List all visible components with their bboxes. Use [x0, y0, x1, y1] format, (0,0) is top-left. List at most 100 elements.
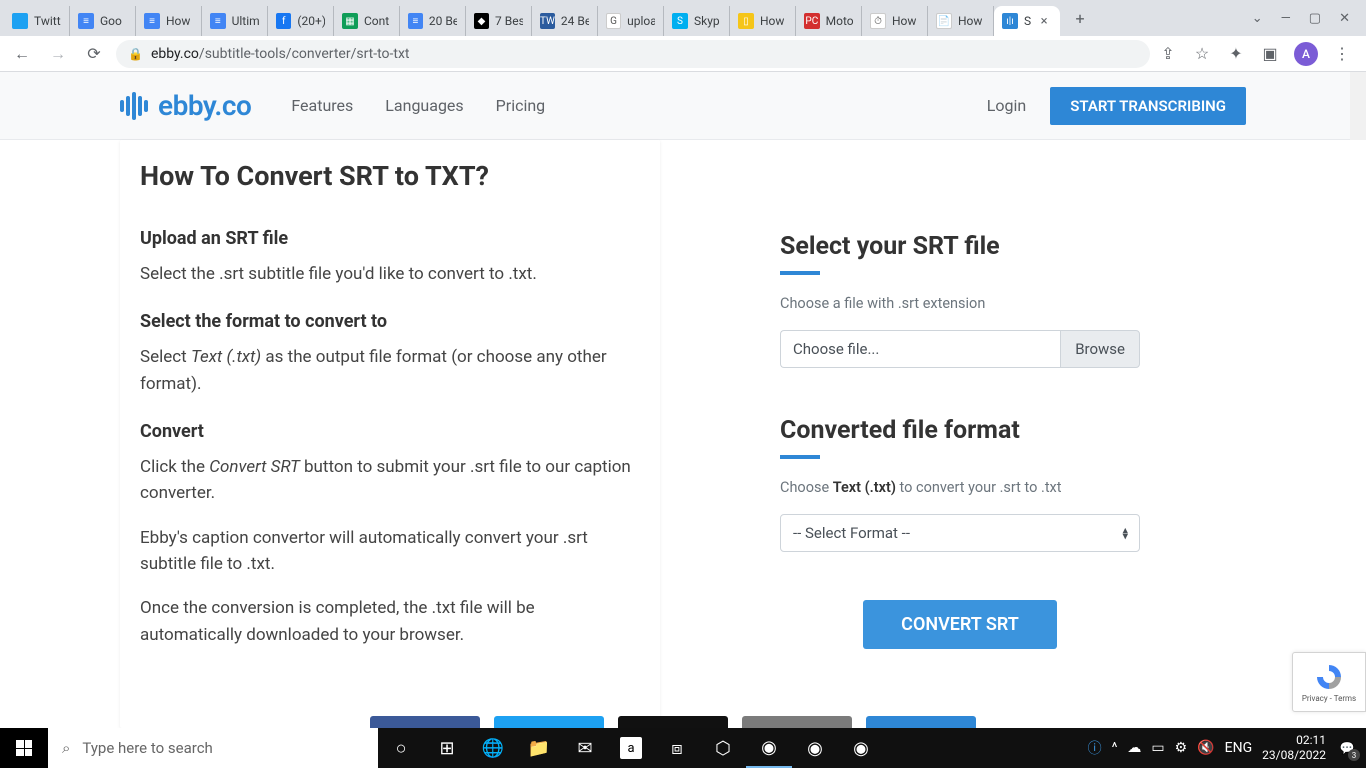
taskbar-search[interactable]: ⌕ Type here to search [48, 728, 378, 768]
nav-links: Features Languages Pricing [291, 96, 545, 115]
browser-tab[interactable]: ▯How [730, 6, 796, 36]
tabs-dropdown-icon[interactable]: ⌄ [1252, 11, 1263, 26]
wifi-icon[interactable]: ⚙ [1175, 740, 1188, 756]
social-share-button[interactable] [494, 716, 604, 728]
volume-icon[interactable]: 🔇 [1197, 740, 1214, 756]
browser-tab[interactable]: ◆7 Bes [466, 6, 532, 36]
tab-label: How [166, 14, 190, 28]
amazon-icon[interactable]: a [620, 737, 642, 759]
tab-favicon: TW [540, 13, 555, 29]
browser-tab[interactable]: ı|ıS× [994, 6, 1060, 36]
browser-tab[interactable]: ≡Ultim [202, 6, 268, 36]
site-logo[interactable]: ebby.co [120, 89, 251, 122]
step3-text2: Ebby's caption convertor will automatica… [140, 525, 640, 578]
chrome-icon-2[interactable]: ◉ [792, 728, 838, 768]
tab-label: Moto [826, 14, 853, 28]
social-share-button[interactable] [742, 716, 852, 728]
tab-label: uploa [627, 14, 655, 28]
url-text: ebby.co/subtitle-tools/converter/srt-to-… [151, 46, 410, 62]
browser-tab[interactable]: Twitt [4, 6, 70, 36]
browser-tab[interactable]: ≡ How [136, 6, 202, 36]
nav-languages[interactable]: Languages [385, 96, 463, 115]
tab-label: Cont [364, 14, 389, 28]
browser-tab[interactable]: f(20+) [268, 6, 334, 36]
tab-favicon [12, 13, 28, 29]
chrome-icon-1[interactable]: ◉ [746, 728, 792, 768]
start-button[interactable] [0, 728, 48, 768]
tab-label: How [958, 14, 982, 28]
extensions-icon[interactable]: ✦ [1226, 44, 1246, 64]
browser-tab[interactable]: ⏱How [862, 6, 928, 36]
close-window-icon[interactable]: ✕ [1339, 11, 1350, 26]
browser-tab[interactable]: SSkyp [664, 6, 730, 36]
tab-favicon: ≡ [144, 13, 160, 29]
browser-tab[interactable]: PCMoto [796, 6, 862, 36]
battery-icon[interactable]: ▭ [1151, 740, 1164, 756]
edge-icon[interactable]: 🌐 [470, 728, 516, 768]
profile-avatar[interactable]: A [1294, 42, 1318, 66]
search-icon: ⌕ [62, 739, 70, 757]
mail-icon[interactable]: ✉ [562, 728, 608, 768]
tab-favicon: ⏱ [870, 13, 886, 29]
task-view-icon[interactable]: ⊞ [424, 728, 470, 768]
browser-tab[interactable]: ≡ Goo [70, 6, 136, 36]
tab-favicon: ≡ [78, 13, 94, 29]
language-indicator[interactable]: ENG [1225, 740, 1252, 756]
url-input[interactable]: 🔒 ebby.co/subtitle-tools/converter/srt-t… [116, 40, 1150, 68]
convert-button[interactable]: CONVERT SRT [863, 600, 1057, 649]
social-share-button[interactable] [370, 716, 480, 728]
back-button[interactable]: ← [8, 40, 36, 68]
browse-button[interactable]: Browse [1060, 330, 1140, 368]
logo-icon [120, 92, 148, 120]
bookmark-icon[interactable]: ☆ [1192, 44, 1212, 64]
recaptcha-badge[interactable]: Privacy - Terms [1292, 652, 1366, 712]
file-input[interactable]: Choose file... [780, 330, 1060, 368]
tab-favicon: ı|ı [1002, 13, 1018, 29]
tab-favicon: f [276, 13, 291, 29]
social-share-button[interactable] [866, 716, 976, 728]
format-select[interactable]: -- Select Format -- [780, 514, 1140, 552]
help-icon[interactable]: ⓘ [1088, 738, 1102, 758]
tab-favicon: ≡ [408, 13, 423, 29]
step1-heading: Upload an SRT file [140, 228, 640, 249]
instructions-card: How To Convert SRT to TXT? Upload an SRT… [120, 140, 660, 728]
browser-tab[interactable]: ▦Cont [334, 6, 400, 36]
tray-chevron-icon[interactable]: ^ [1112, 740, 1118, 756]
nav-pricing[interactable]: Pricing [496, 96, 546, 115]
share-icon[interactable]: ⇪ [1158, 44, 1178, 64]
tab-favicon: S [672, 13, 688, 29]
reload-button[interactable]: ⟳ [80, 40, 108, 68]
nav-features[interactable]: Features [291, 96, 353, 115]
notifications-icon[interactable]: 💬 3 [1336, 737, 1358, 759]
browser-tab[interactable]: ≡20 Be [400, 6, 466, 36]
taskbar-clock[interactable]: 02:11 23/08/2022 [1262, 733, 1326, 763]
menu-icon[interactable]: ⋮ [1332, 44, 1352, 64]
cortana-icon[interactable]: ○ [378, 728, 424, 768]
tab-strip: Twitt ≡ Goo ≡ How ≡Ultimf(20+)▦Cont≡20 Be◆7 B… [0, 0, 1366, 36]
page-title: How To Convert SRT to TXT? [140, 160, 640, 192]
recaptcha-icon [1314, 662, 1344, 692]
start-transcribing-button[interactable]: START TRANSCRIBING [1050, 87, 1246, 125]
tab-label: Goo [100, 14, 122, 28]
app-icon[interactable]: ⬡ [700, 728, 746, 768]
maximize-icon[interactable]: ▢ [1309, 11, 1321, 26]
social-share-button[interactable] [618, 716, 728, 728]
dropbox-icon[interactable]: ⧈ [654, 728, 700, 768]
sidepanel-icon[interactable]: ▣ [1260, 44, 1280, 64]
tab-close-icon[interactable]: × [1037, 14, 1051, 28]
file-explorer-icon[interactable]: 📁 [516, 728, 562, 768]
minimize-icon[interactable]: — [1281, 11, 1291, 26]
format-hint: Choose Text (.txt) to convert your .srt … [780, 479, 1140, 496]
lock-icon: 🔒 [128, 47, 143, 61]
browser-tab[interactable]: TW24 Be [532, 6, 598, 36]
windows-logo-icon [16, 740, 32, 756]
browser-tab[interactable]: Guploa [598, 6, 664, 36]
logo-text: ebby.co [158, 89, 251, 122]
login-link[interactable]: Login [987, 96, 1026, 115]
browser-tab[interactable]: 📄How [928, 6, 994, 36]
onedrive-icon[interactable]: ☁ [1127, 740, 1141, 756]
new-tab-button[interactable]: + [1066, 4, 1094, 32]
tab-label: Twitt [34, 14, 61, 28]
chrome-icon-3[interactable]: ◉ [838, 728, 884, 768]
forward-button[interactable]: → [44, 40, 72, 68]
